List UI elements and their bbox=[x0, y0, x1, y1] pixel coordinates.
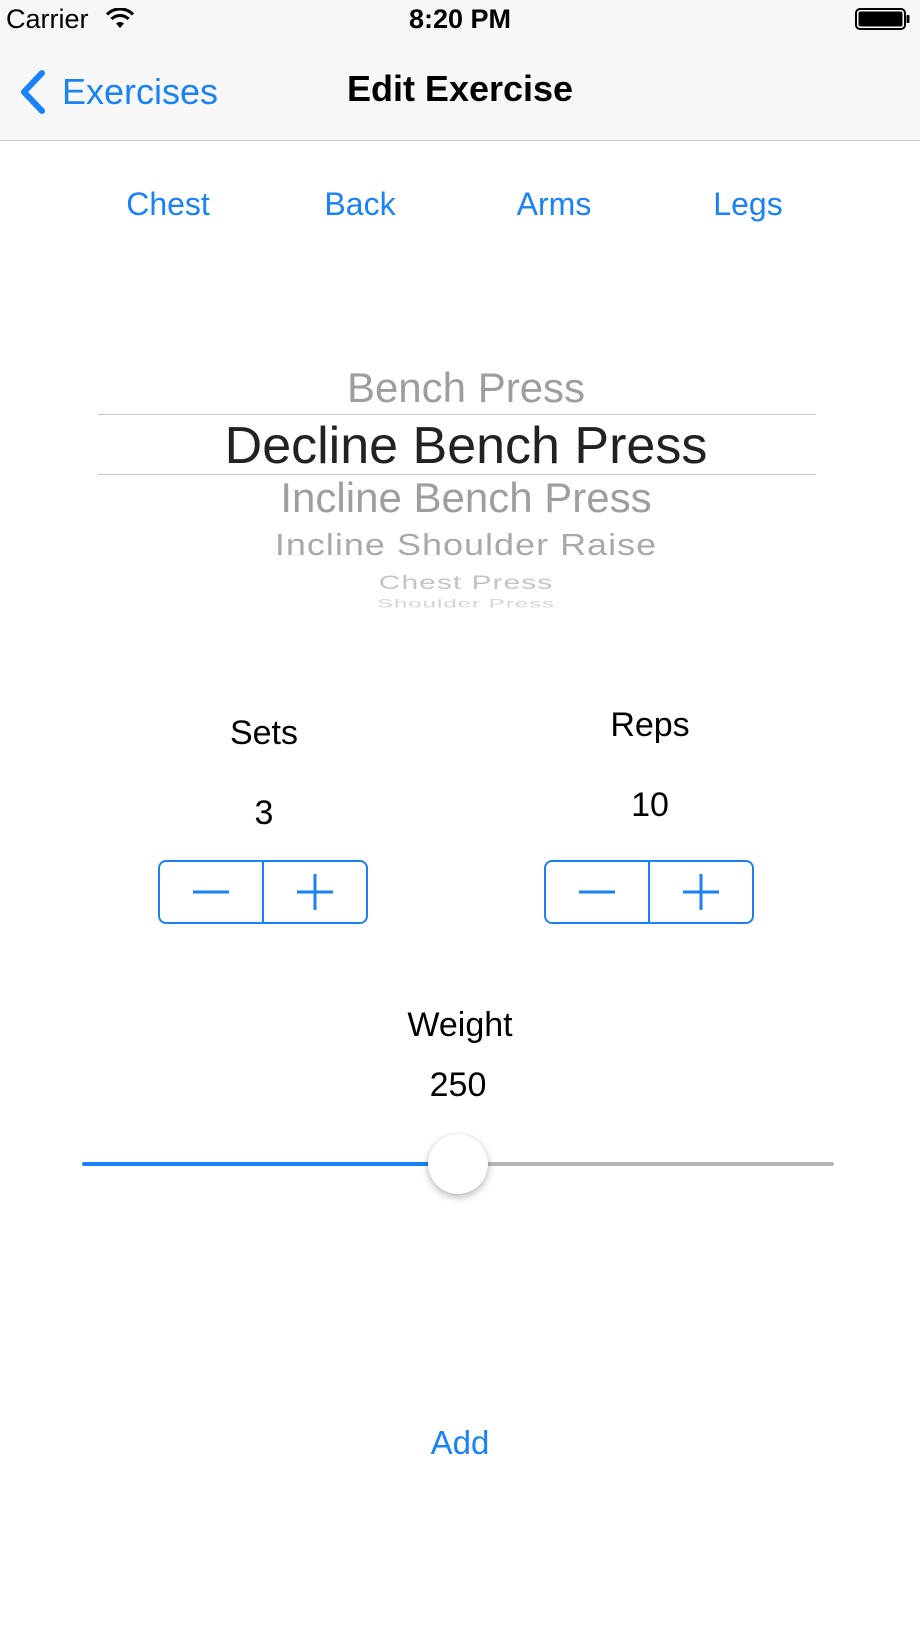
slider-track-filled bbox=[82, 1162, 458, 1166]
minus-icon bbox=[579, 890, 615, 894]
category-arms-button[interactable]: Arms bbox=[454, 186, 654, 223]
reps-decrement-button[interactable] bbox=[546, 862, 648, 922]
page-title: Edit Exercise bbox=[346, 68, 574, 109]
weight-slider[interactable] bbox=[82, 1134, 834, 1194]
picker-item-below-3[interactable]: Chest Press bbox=[0, 572, 920, 594]
picker-item-below-1[interactable]: Incline Bench Press bbox=[0, 474, 920, 522]
slider-thumb[interactable] bbox=[428, 1134, 488, 1194]
category-chest-button[interactable]: Chest bbox=[68, 186, 268, 223]
reps-label: Reps bbox=[610, 706, 690, 744]
picker-item-above[interactable]: Bench Press bbox=[0, 364, 920, 412]
minus-icon bbox=[193, 890, 229, 894]
battery-icon bbox=[855, 8, 910, 30]
weight-label: Weight bbox=[407, 1006, 513, 1044]
category-legs-button[interactable]: Legs bbox=[648, 186, 848, 223]
add-button[interactable]: Add bbox=[0, 1424, 920, 1462]
weight-value: 250 bbox=[429, 1066, 487, 1104]
reps-increment-button[interactable] bbox=[650, 862, 752, 922]
sets-value: 3 bbox=[254, 794, 274, 832]
reps-value: 10 bbox=[631, 786, 669, 824]
plus-icon bbox=[297, 874, 333, 910]
plus-icon bbox=[683, 874, 719, 910]
slider-track-empty bbox=[458, 1162, 834, 1166]
reps-stepper[interactable] bbox=[544, 860, 754, 924]
status-time: 8:20 PM bbox=[408, 4, 512, 34]
picker-item-selected[interactable]: Decline Bench Press bbox=[0, 416, 920, 476]
sets-increment-button[interactable] bbox=[264, 862, 366, 922]
sets-stepper[interactable] bbox=[158, 860, 368, 924]
picker-item-below-4[interactable]: Shoulder Press bbox=[0, 597, 920, 609]
sets-decrement-button[interactable] bbox=[160, 862, 262, 922]
category-back-button[interactable]: Back bbox=[260, 186, 460, 223]
picker-item-below-2[interactable]: Incline Shoulder Raise bbox=[0, 527, 920, 563]
sets-label: Sets bbox=[229, 714, 299, 752]
picker-item-below-4-clip: Shoulder Press bbox=[0, 597, 920, 609]
picker-selection-top-line bbox=[98, 414, 816, 415]
